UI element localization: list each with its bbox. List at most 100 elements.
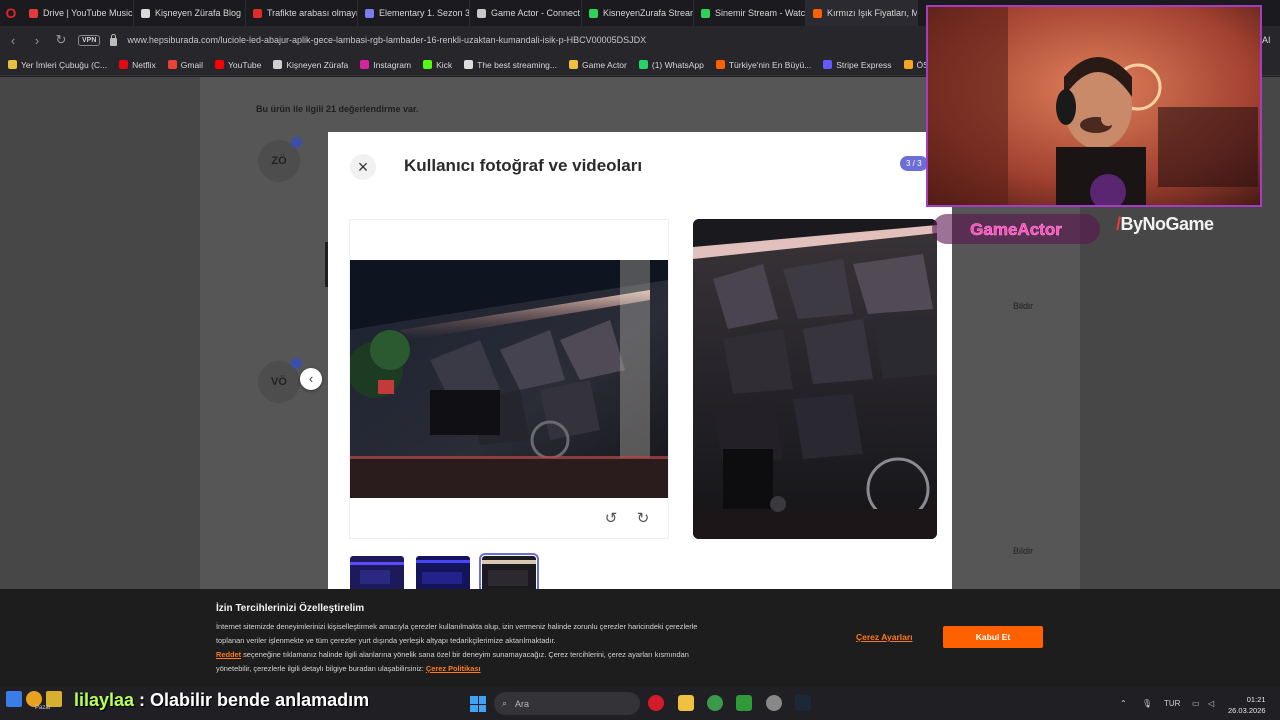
bookmark-favicon-icon — [638, 60, 648, 69]
url-field[interactable]: www.hepsiburada.com/luciole-led-abajur-a… — [127, 35, 646, 45]
bookmark-label: Gmail — [180, 59, 203, 70]
thumbnail-selected[interactable] — [479, 553, 539, 595]
tab-favicon-icon — [813, 8, 822, 18]
opera-logo-icon[interactable]: O — [0, 0, 22, 26]
browser-tab[interactable]: KisneyenZurafa Stream -... — [582, 0, 694, 26]
profile-badge[interactable]: AI — [1262, 35, 1271, 45]
bookmark-item[interactable]: Türkiye'nin En Büyü... — [715, 59, 812, 70]
tab-favicon-icon — [365, 8, 374, 18]
reload-icon[interactable]: ↻ — [54, 32, 68, 48]
bookmark-item[interactable]: Instagram — [360, 60, 411, 70]
forward-icon[interactable]: › — [30, 33, 44, 48]
bookmark-favicon-icon — [273, 60, 283, 69]
steam-icon[interactable] — [795, 695, 811, 711]
reject-link[interactable]: Reddet — [216, 650, 241, 659]
current-photo[interactable] — [350, 260, 668, 498]
bookmark-favicon-icon — [167, 60, 177, 69]
next-photo-preview[interactable] — [693, 219, 937, 539]
bookmark-item[interactable]: YouTube — [214, 60, 261, 70]
gameactor-neon-logo: GameActor — [932, 212, 1102, 246]
windows-taskbar: Pazar lilaylaa : Olabilir bende anlamadı… — [0, 687, 1280, 720]
taskbar-search[interactable]: ⌕ Ara — [494, 692, 640, 715]
report-button[interactable]: Bildir — [1013, 301, 1033, 311]
bookmark-item[interactable]: Netflix — [119, 60, 156, 70]
bookmark-item[interactable]: Kişneyen Zürafa — [273, 60, 348, 70]
lock-icon[interactable] — [110, 33, 118, 46]
cookie-text-span: seçeneğine tıklamanız halinde ilgili ala… — [241, 650, 689, 659]
rotate-right-icon[interactable]: ↻ — [634, 510, 652, 528]
bookmark-favicon-icon — [903, 60, 913, 69]
thumbnail[interactable] — [416, 556, 470, 592]
opera-taskbar-icon[interactable] — [648, 695, 664, 711]
bookmark-favicon-icon — [214, 60, 224, 69]
bookmark-favicon-icon — [464, 60, 474, 69]
bookmark-item[interactable]: (1) WhatsApp — [638, 60, 704, 70]
volume-icon[interactable]: ◁ — [1208, 699, 1214, 708]
accept-cookies-button[interactable]: Kabul Et — [943, 626, 1043, 648]
chat-text: : Olabilir bende anlamadım — [134, 690, 370, 710]
search-placeholder: Ara — [515, 698, 530, 709]
browser-tab[interactable]: Kişneyen Zürafa Blog — [134, 0, 246, 26]
tab-favicon-icon — [701, 8, 710, 18]
tab-label: Trafikte arabası olmayıp y... — [267, 8, 358, 18]
bookmark-label: Instagram — [373, 59, 412, 70]
bookmark-item[interactable]: Stripe Express — [823, 59, 892, 70]
bookmark-item[interactable]: The best streaming... — [464, 60, 557, 70]
bookmark-item[interactable]: Kick — [423, 60, 452, 70]
bookmark-favicon-icon — [8, 60, 17, 69]
system-clock[interactable]: 01:21 26.03.2026 — [1228, 694, 1266, 716]
cookie-banner: İzin Tercihlerinizi Özelleştirelim İnter… — [0, 589, 1280, 687]
tab-favicon-icon — [253, 8, 262, 18]
network-icon[interactable]: ▭ — [1192, 699, 1200, 708]
verified-badge-icon — [291, 137, 302, 148]
cookie-text: İnternet sitemizde deneyimlerinizi kişis… — [216, 620, 746, 676]
tab-label: Kırmızı Işık Fiyatları, Mode... — [827, 8, 917, 18]
rotate-left-icon[interactable]: ↺ — [602, 510, 620, 528]
clock-date: 26.03.2026 — [1228, 706, 1266, 715]
report-button[interactable]: Bildir — [1013, 546, 1033, 556]
bookmark-favicon-icon — [119, 60, 129, 69]
app-icon[interactable] — [766, 695, 782, 711]
bookmark-favicon-icon — [823, 60, 833, 69]
browser-tab[interactable]: Elementary 1. Sezon 3. Bö... — [358, 0, 470, 26]
media-gallery-modal: × Kullanıcı fotoğraf ve videoları 3 / 3 — [328, 132, 952, 595]
bookmark-item[interactable]: Gmail — [167, 59, 203, 70]
bookmark-item[interactable]: Yer İmleri Çubuğu (C... — [8, 60, 107, 70]
chat-username: lilaylaa — [74, 690, 135, 710]
tab-label: Kişneyen Zürafa Blog — [155, 8, 242, 18]
bynogame-logo: /ByNoGame — [1116, 214, 1214, 235]
thumbnail-strip — [350, 553, 539, 595]
taskbar-widgets — [6, 691, 62, 707]
file-explorer-icon[interactable] — [678, 695, 694, 711]
search-icon: ⌕ — [502, 698, 508, 708]
back-icon[interactable]: ‹ — [6, 33, 20, 48]
minecraft-icon[interactable] — [736, 695, 752, 711]
neon-logo-text: GameActor — [970, 220, 1062, 239]
bookmark-label: Türkiye'nin En Büyü... — [728, 59, 812, 70]
windows-start-icon[interactable] — [470, 696, 486, 712]
close-button[interactable]: × — [350, 154, 376, 180]
thumbnail[interactable] — [350, 556, 404, 592]
previous-arrow-icon[interactable]: ‹ — [300, 368, 322, 390]
language-indicator[interactable]: TUR — [1164, 699, 1180, 708]
microphone-icon[interactable]: 🎙 — [1142, 699, 1152, 708]
browser-tab[interactable]: Trafikte arabası olmayıp y... — [246, 0, 358, 26]
browser-tab[interactable]: Sinemir Stream - Watch L... — [694, 0, 806, 26]
browser-tab[interactable]: Game Actor - Connect wi... — [470, 0, 582, 26]
chrome-icon[interactable] — [707, 695, 723, 711]
clock-time: 01:21 — [1246, 695, 1266, 704]
widget-icon[interactable] — [6, 691, 22, 707]
vpn-badge[interactable]: VPN — [78, 34, 101, 46]
cookie-policy-link[interactable]: Çerez Politikası — [426, 664, 481, 673]
bookmark-favicon-icon — [360, 60, 370, 69]
bookmark-label: Netflix — [132, 59, 156, 70]
bookmark-item[interactable]: Game Actor — [568, 59, 627, 70]
tray-chevron-icon[interactable]: ⌃ — [1120, 699, 1127, 708]
bookmark-label: Game Actor — [581, 59, 627, 70]
review-count-text: Bu ürün ile ilgili 21 değerlendirme var. — [256, 104, 419, 114]
browser-tab[interactable]: Drive | YouTube Music — [22, 0, 134, 26]
cookie-text-line: yönetebilir, çerezlerle ilgili detaylı b… — [216, 662, 746, 676]
cookie-settings-link[interactable]: Çerez Ayarları — [856, 632, 913, 642]
browser-tab[interactable]: Kırmızı Işık Fiyatları, Mode... — [806, 0, 918, 26]
bookmark-label: Stripe Express — [836, 59, 892, 70]
